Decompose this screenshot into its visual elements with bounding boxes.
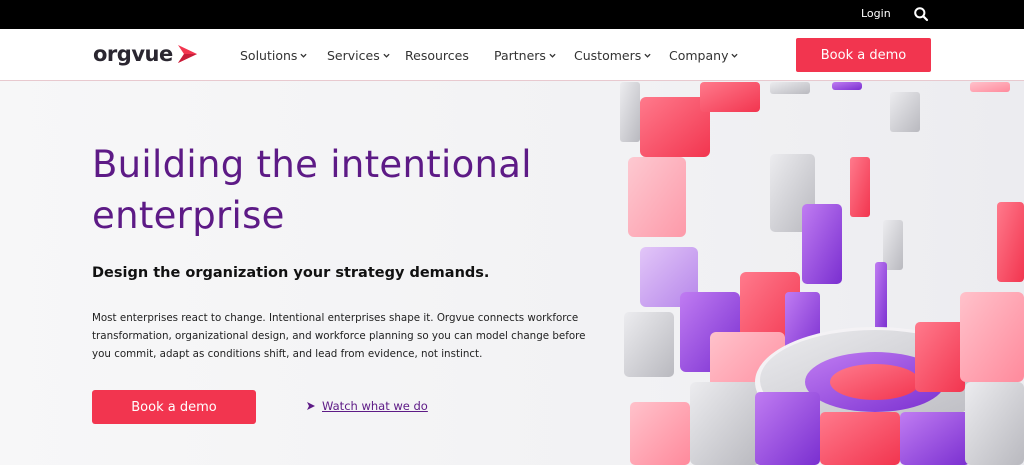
search-icon[interactable] xyxy=(913,6,929,22)
nav-customers-label: Customers xyxy=(574,48,642,63)
chevron-down-icon xyxy=(644,53,651,58)
orgvue-logo[interactable]: orgvue xyxy=(93,42,199,66)
page: orgvue Solutions Services Resources Part… xyxy=(0,29,1024,465)
play-icon xyxy=(307,402,315,410)
chevron-down-icon xyxy=(549,53,556,58)
watch-video-label: Watch what we do xyxy=(322,399,428,413)
hero-3d-blocks-illustration xyxy=(620,82,1024,465)
logo-wordmark: orgvue xyxy=(93,42,173,66)
logo-mark-icon xyxy=(177,45,197,63)
nav-customers[interactable]: Customers xyxy=(574,48,651,63)
book-demo-nav-button[interactable]: Book a demo xyxy=(796,38,931,72)
nav-company-label: Company xyxy=(669,48,729,63)
watch-video-link[interactable]: Watch what we do xyxy=(306,399,428,413)
nav-resources[interactable]: Resources xyxy=(405,48,469,63)
login-link[interactable]: Login xyxy=(861,7,891,20)
nav-resources-label: Resources xyxy=(405,48,469,63)
browser-viewport: Login orgvue Solutions Services Resource… xyxy=(0,0,1024,465)
main-nav: orgvue Solutions Services Resources Part… xyxy=(0,29,1024,81)
book-demo-hero-button[interactable]: Book a demo xyxy=(92,390,256,424)
hero-title: Building the intentional enterprise xyxy=(92,143,532,237)
hero-body: Most enterprises react to change. Intent… xyxy=(92,312,586,360)
nav-services[interactable]: Services xyxy=(327,48,390,63)
nav-solutions-label: Solutions xyxy=(240,48,298,63)
chevron-down-icon xyxy=(300,53,308,58)
chevron-down-icon xyxy=(731,53,739,58)
hero-subtitle: Design the organization your strategy de… xyxy=(92,265,490,281)
nav-partners[interactable]: Partners xyxy=(494,48,556,63)
nav-partners-label: Partners xyxy=(494,48,546,63)
nav-company[interactable]: Company xyxy=(669,48,739,63)
nav-services-label: Services xyxy=(327,48,380,63)
chevron-down-icon xyxy=(383,53,390,58)
nav-solutions[interactable]: Solutions xyxy=(240,48,308,63)
utility-bar: Login xyxy=(0,0,1024,29)
